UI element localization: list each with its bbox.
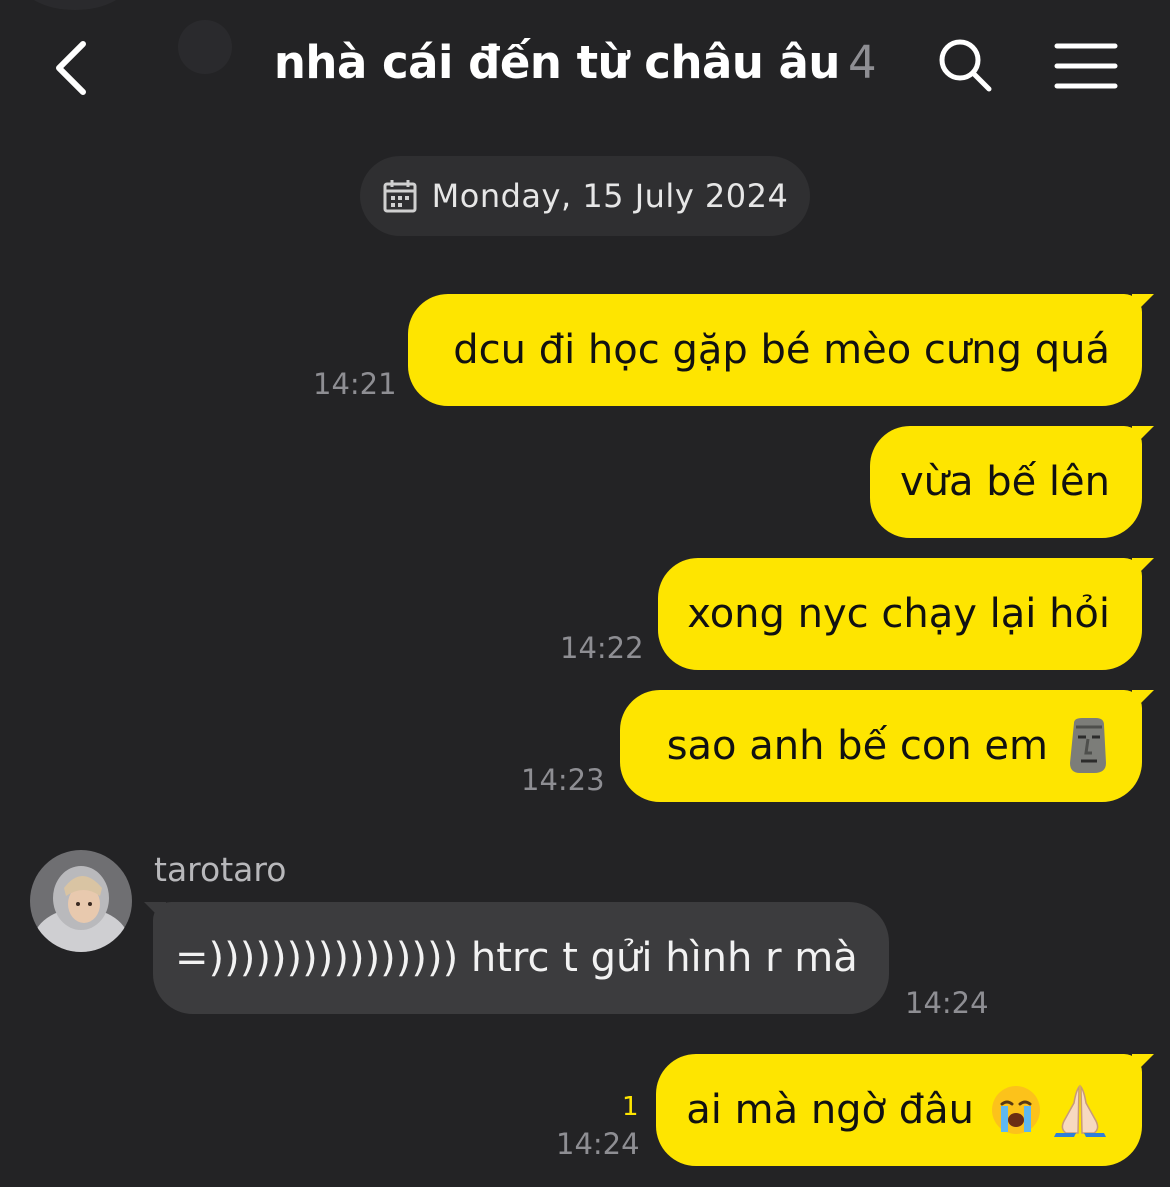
message-timestamp: 14:23 <box>521 763 605 797</box>
avatar-photo <box>30 850 132 952</box>
chat-title-text: nhà cái đến từ châu âu <box>273 36 841 89</box>
chat-header: nhà cái đến từ châu âu 4 <box>0 0 1170 140</box>
message-timestamp: 14:21 <box>313 367 397 401</box>
date-separator: Monday, 15 July 2024 <box>360 156 810 236</box>
message-timestamp: 14:24 <box>556 1127 640 1161</box>
outgoing-message-bubble[interactable]: xong nyc chạy lại hỏi <box>658 558 1142 670</box>
incoming-message-bubble[interactable]: =)))))))))))))))) htrc t gửi hình r mà <box>153 902 889 1014</box>
message-text: vừa bế lên <box>899 459 1110 505</box>
search-icon <box>939 39 992 92</box>
date-label: Monday, 15 July 2024 <box>431 177 789 215</box>
moai-emoji <box>1070 718 1106 773</box>
unread-count: 1 <box>622 1092 639 1122</box>
bubble-tail <box>1132 1054 1154 1076</box>
faded-avatar <box>20 0 130 10</box>
message-text: sao anh bế con em <box>666 723 1048 769</box>
outgoing-message-bubble[interactable]: vừa bế lên <box>870 426 1142 538</box>
message-timestamp: 14:22 <box>560 631 644 665</box>
loudly-crying-face-emoji <box>992 1086 1040 1134</box>
message-text: ai mà ngờ đâu <box>686 1087 974 1133</box>
sender-avatar[interactable] <box>30 850 132 952</box>
hamburger-menu-icon <box>1054 43 1118 89</box>
outgoing-message-bubble[interactable]: sao anh bế con em <box>620 690 1142 802</box>
message-timestamp: 14:24 <box>905 986 989 1020</box>
folded-hands-emoji <box>1054 1084 1106 1137</box>
message-text: =)))))))))))))))) htrc t gửi hình r mà <box>175 935 858 981</box>
member-count: 4 <box>847 36 877 89</box>
sender-name[interactable]: tarotaro <box>154 850 286 889</box>
menu-button[interactable] <box>1050 35 1122 97</box>
chat-screen: nhà cái đến từ châu âu 4 Monday, 15 July… <box>0 0 1170 1187</box>
message-text: xong nyc chạy lại hỏi <box>687 591 1110 637</box>
calendar-icon <box>383 180 417 213</box>
outgoing-message-bubble[interactable]: ai mà ngờ đâu <box>656 1054 1142 1166</box>
outgoing-message-bubble[interactable]: dcu đi học gặp bé mèo cưng quá <box>408 294 1142 406</box>
search-button[interactable] <box>930 30 1000 100</box>
message-text: dcu đi học gặp bé mèo cưng quá <box>453 327 1110 373</box>
